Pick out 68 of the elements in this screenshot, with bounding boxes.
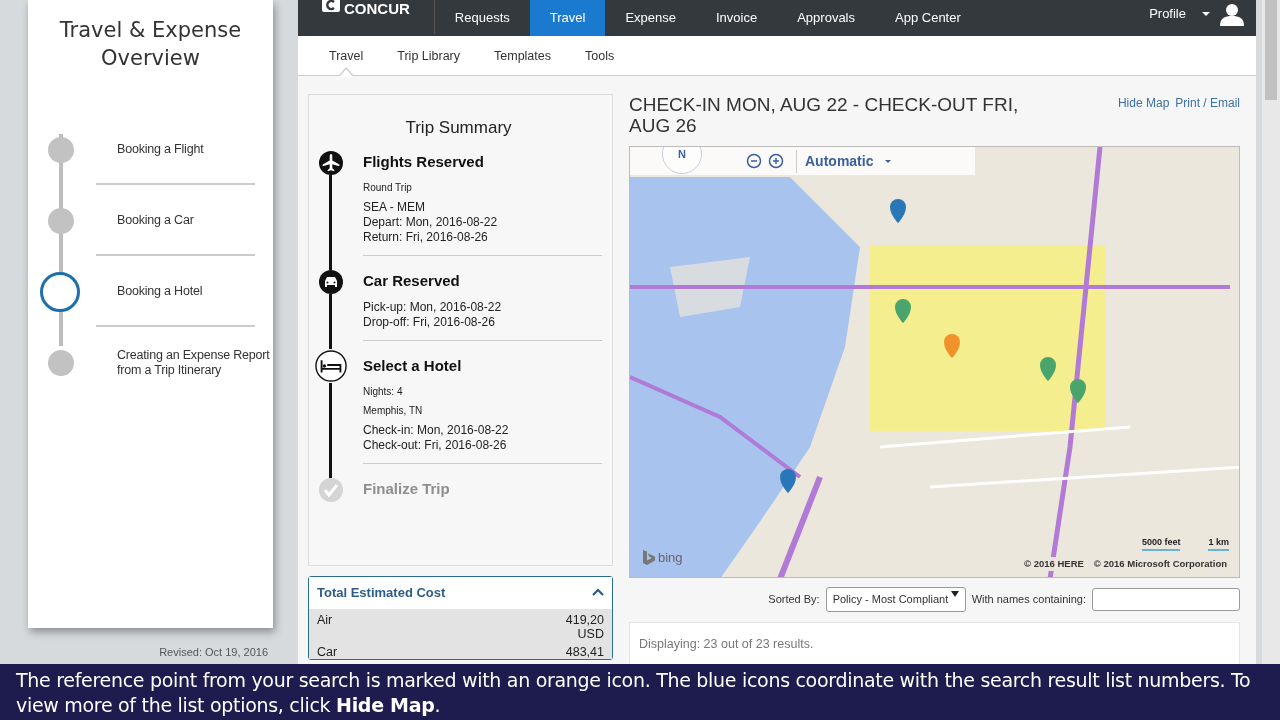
zoom-out-icon[interactable] — [746, 153, 762, 169]
compass-control[interactable]: N — [662, 147, 702, 174]
sort-label: Sorted By: — [768, 592, 820, 607]
airplane-icon — [319, 150, 343, 175]
logo-text: CONCUR — [344, 0, 410, 19]
cost-amount: 483,41 — [565, 644, 604, 659]
check-icon — [319, 477, 343, 502]
nav-tab[interactable]: Expense — [605, 0, 696, 36]
detail-text: Round Trip — [363, 180, 413, 194]
caret-icon — [1202, 12, 1210, 16]
sub-tab[interactable]: Tools — [568, 36, 632, 76]
map-brand: bing — [658, 548, 683, 567]
bed-icon — [315, 348, 347, 383]
scrollbar[interactable] — [1262, 0, 1280, 664]
detail-text: Nights: 4 — [363, 384, 404, 398]
sub-tab[interactable]: Templates — [477, 36, 568, 76]
panel-title: Trip Summary — [404, 117, 513, 139]
step-link[interactable]: Booking a Car — [117, 213, 194, 228]
detail-text: Check-out: Fri, 2016-08-26 — [363, 437, 508, 453]
map-view[interactable]: N Automatic bing 5000 feet 1 km © 2016 HERE © 2016 Microsoft Corporation — [629, 146, 1240, 578]
detail-text: Check-in: Mon, 2016-08-22 — [363, 422, 510, 438]
zoom-in-icon[interactable] — [768, 153, 784, 169]
step-link[interactable]: Booking a Flight — [117, 142, 204, 157]
section-heading: Flights Reserved — [363, 151, 485, 172]
step-link[interactable]: Booking a Hotel — [117, 284, 203, 299]
avatar-icon — [1220, 2, 1244, 26]
section-heading: Finalize Trip — [363, 478, 451, 499]
cost-label: Car — [317, 644, 338, 659]
cost-label: Air — [317, 612, 333, 629]
nav-tab[interactable]: Invoice — [696, 0, 778, 36]
section-heading: Car Reserved — [363, 270, 461, 291]
results-heading: CHECK-IN MON, AUG 22 - CHECK-OUT FRI, AUG 26 — [629, 94, 1020, 136]
nav-tab[interactable]: App Center — [875, 0, 981, 36]
section-heading: Select a Hotel — [363, 355, 463, 376]
detail-text: Depart: Mon, 2016-08-22 — [363, 214, 499, 230]
caret-icon — [885, 159, 892, 163]
sub-tab[interactable]: Travel — [312, 36, 381, 76]
sub-tab[interactable]: Trip Library — [380, 36, 477, 76]
scale-label: 5000 feet — [1141, 535, 1181, 551]
detail-text: Pick-up: Mon, 2016-08-22 — [363, 299, 503, 315]
caption-text: The reference point from your search is marked with an orange icon. The blue icons coordinate with the search result list numbers. To view more of the list options, click Hide Map. — [0, 664, 1280, 720]
header-link[interactable]: Hide Map — [1117, 94, 1170, 112]
name-filter-field[interactable] — [1092, 587, 1240, 611]
results-count: Displaying: 23 out of 23 results. — [639, 635, 815, 653]
car-icon — [319, 269, 343, 294]
detail-text: Return: Fri, 2016-08-26 — [363, 229, 489, 245]
currency-text: USD — [576, 626, 604, 641]
map-credit: © 2016 Microsoft Corporation — [1093, 556, 1227, 571]
nav-tab[interactable]: Approvals — [777, 0, 875, 36]
filter-label: With names containing: — [971, 592, 1086, 607]
map-credit: © 2016 HERE — [1024, 556, 1084, 571]
detail-text: Drop-off: Fri, 2016-08-26 — [363, 314, 496, 330]
caret-icon — [950, 591, 959, 597]
header-link[interactable]: Print / Email — [1175, 94, 1240, 112]
map-mode-dropdown[interactable]: Automatic — [796, 149, 880, 173]
sort-dropdown[interactable]: Policy - Most Compliant — [825, 587, 966, 612]
cost-title: Total Estimated Cost — [317, 584, 446, 602]
nav-tab[interactable]: Travel — [529, 0, 606, 36]
detail-text: SEA - MEM — [363, 199, 426, 215]
panel-title: Travel & Expense Overview — [58, 17, 243, 72]
bing-icon — [642, 549, 655, 565]
scale-label: 1 km — [1208, 535, 1229, 551]
step-link[interactable]: Creating an Expense Report from a Trip Itinerary — [117, 347, 273, 378]
cost-amount: 419,20 — [565, 612, 604, 627]
profile-menu[interactable]: Profile — [1143, 3, 1192, 25]
nav-tab[interactable]: Requests — [434, 0, 530, 36]
revised-date: Revised: Oct 19, 2016 — [159, 645, 268, 660]
detail-text: Memphis, TN — [363, 403, 424, 417]
